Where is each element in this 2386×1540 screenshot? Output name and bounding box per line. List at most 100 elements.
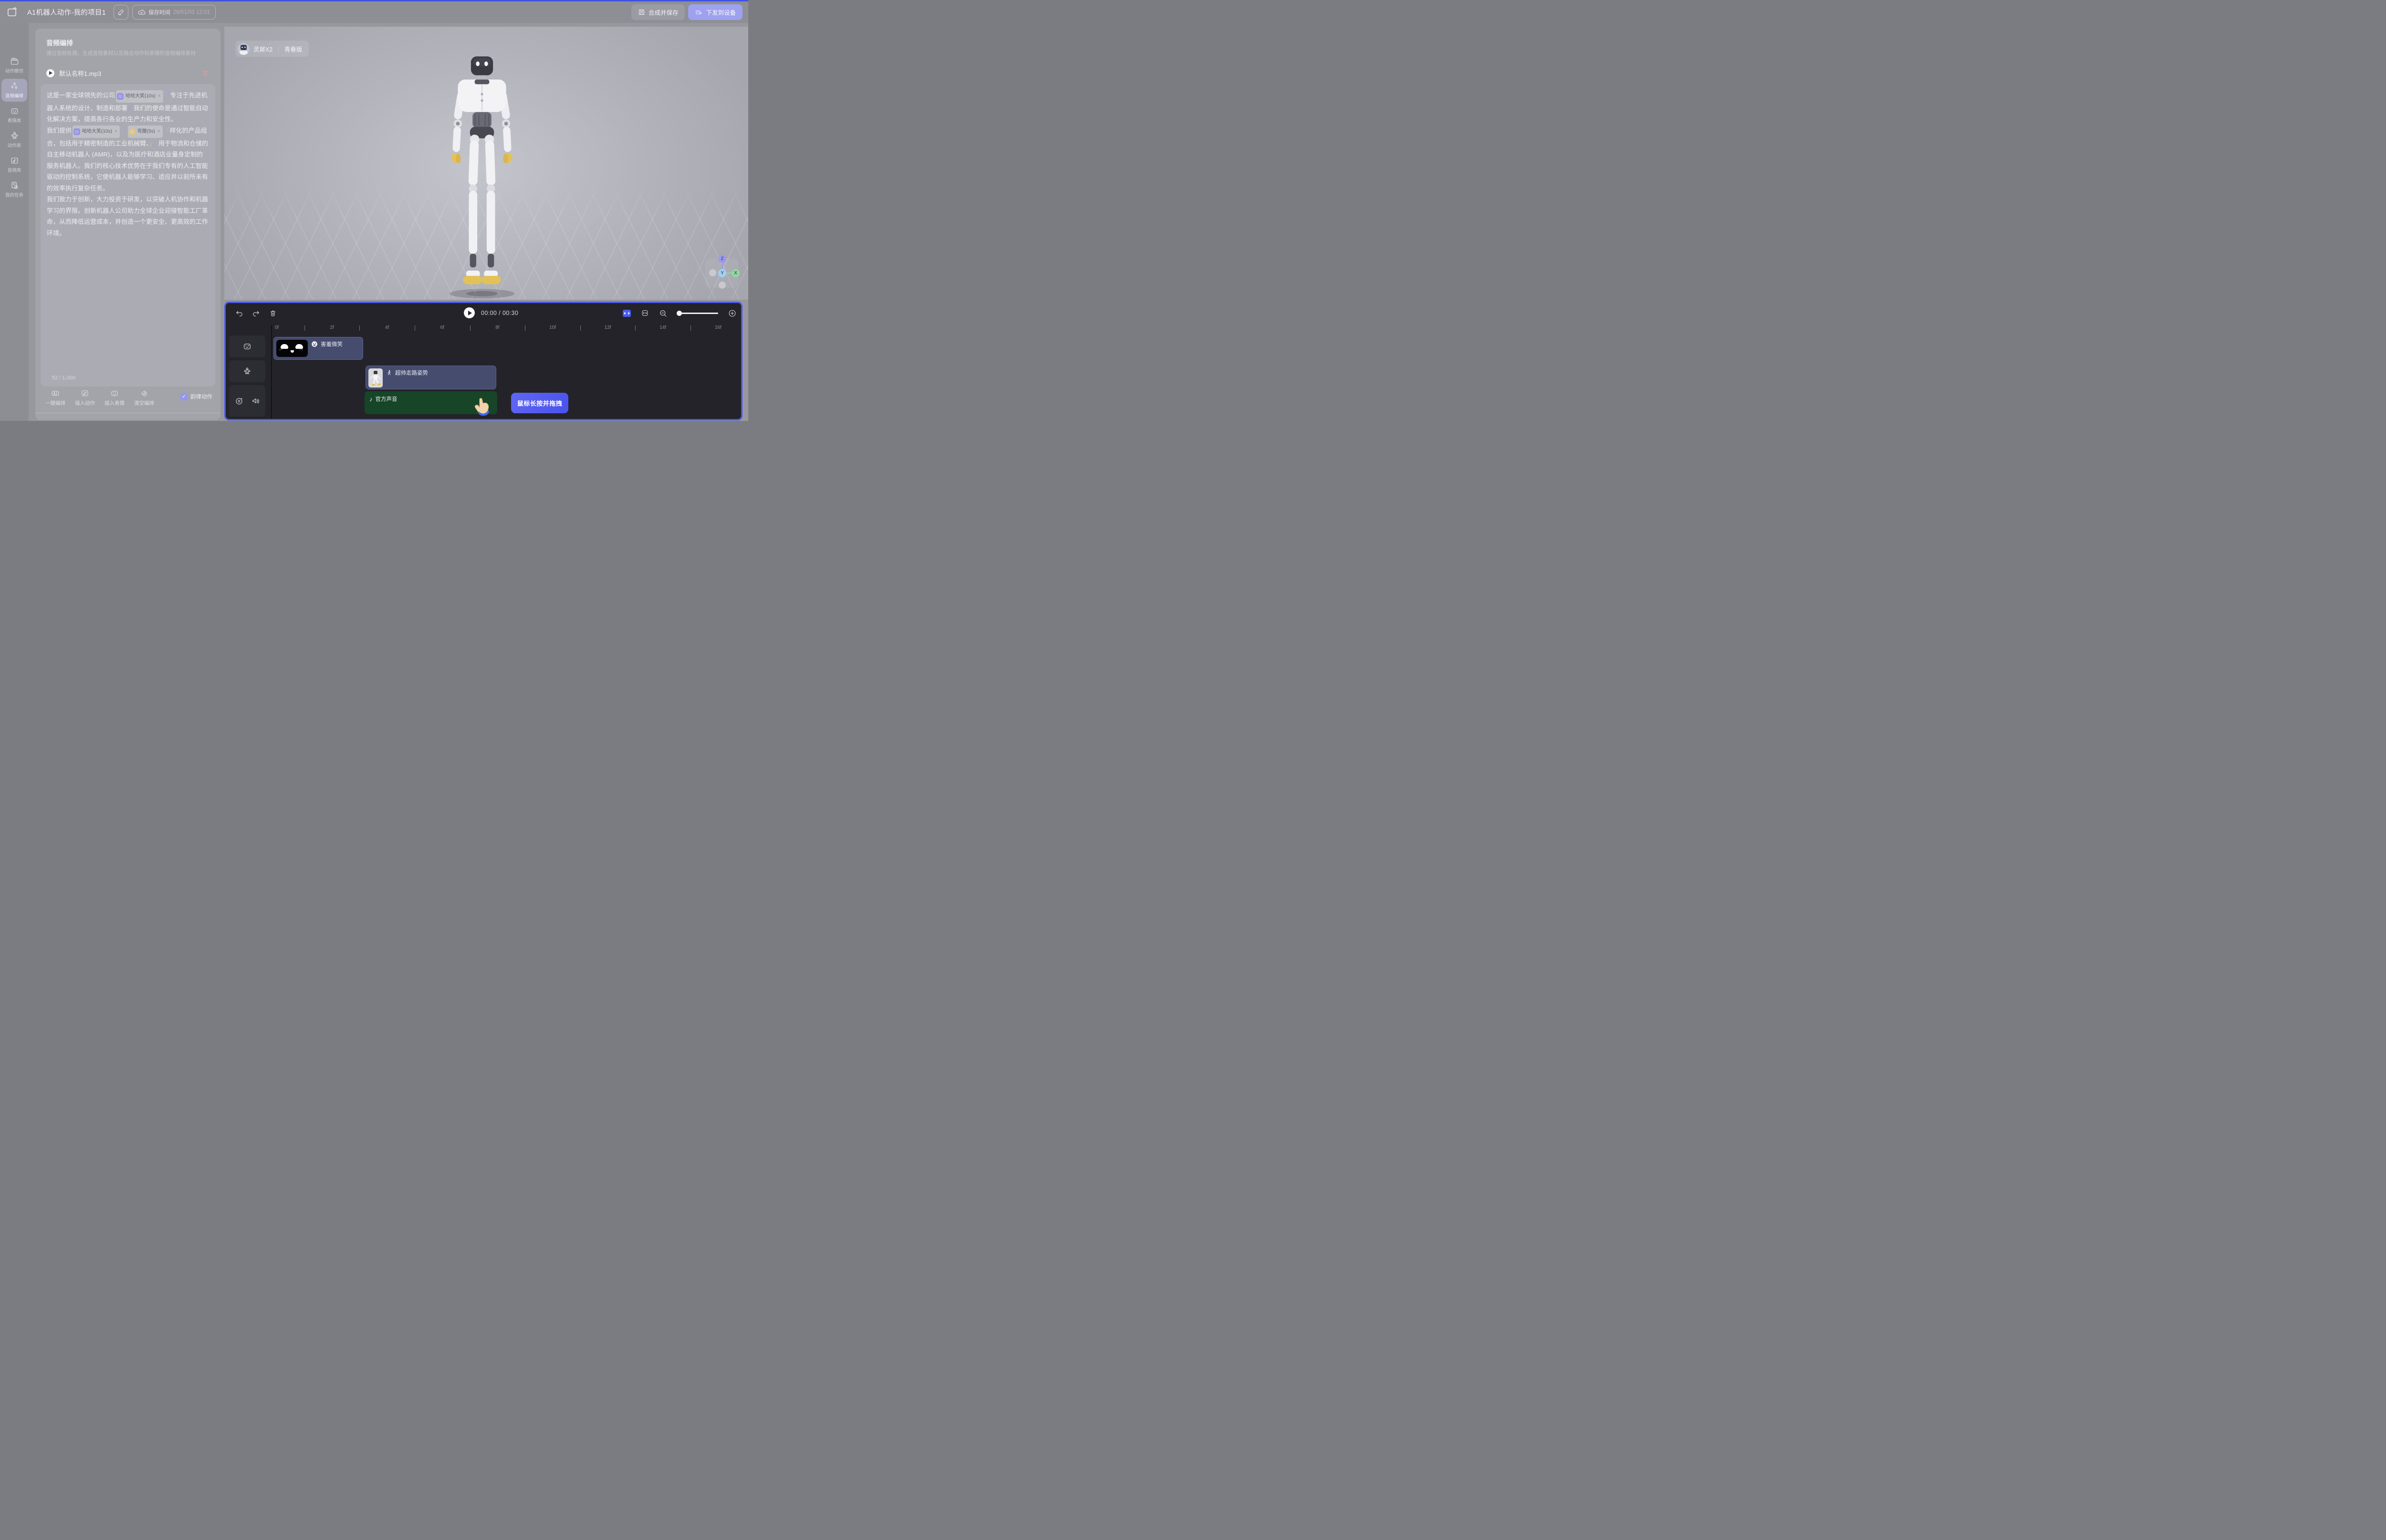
walking-person-icon: [386, 369, 392, 376]
editor-action-1[interactable]: 一键编排: [41, 389, 70, 407]
script-paragraph: 我们提供哈哈大笑(10s)×「弯腰(5s)×「样化的产品组合，包括用于精密制造的…: [47, 125, 209, 194]
timeline-panel: 00:00 / 00:30 0f2f4f6f: [224, 302, 743, 420]
synthesize-save-button[interactable]: 合成并保存: [631, 4, 685, 20]
audio-file-name: 默认名称1.mp3: [59, 69, 101, 78]
music-card-icon: [81, 389, 89, 398]
sidebar-item-label: 表情库: [8, 117, 21, 124]
script-text-segment: 用于物流和仓储的自主移动机器人 (AMR)，以及为医疗和酒店业量身定制的服务机器…: [47, 140, 208, 192]
sidebar-item-1[interactable]: 动作模仿: [1, 54, 27, 77]
gizmo-y-axis[interactable]: Y: [718, 269, 726, 277]
editor-action-label: 清空编排: [134, 399, 154, 407]
sidebar-item-6[interactable]: 我的任务: [1, 178, 27, 201]
sidebar-item-label: 音频库: [8, 167, 21, 173]
sidebar-item-label: 我的任务: [5, 191, 23, 198]
timeline-zoom-controls: [623, 303, 736, 323]
sidebar-item-label: 动作模仿: [5, 67, 23, 74]
sparkle-icon: [10, 82, 19, 91]
zoom-slider-thumb[interactable]: [677, 311, 682, 316]
gizmo-neg-z-axis[interactable]: [719, 282, 726, 289]
expression-thumbnail: '''''': [276, 340, 308, 357]
sidebar-item-2[interactable]: 音频编排: [1, 79, 27, 102]
ruler-label: 2f: [330, 325, 334, 330]
sidebar-item-label: 动作库: [8, 142, 21, 148]
sidebar: 动作模仿音频编排表情库动作库音频库我的任务: [0, 23, 29, 421]
deploy-to-device-label: 下发到设备: [706, 8, 736, 17]
action-clip[interactable]: 超帅走路姿势: [366, 366, 496, 389]
panel-title: 音频编排: [46, 38, 73, 48]
save-time-value: 26/01/03 12:01: [173, 10, 210, 15]
ruler-label: 16f: [715, 325, 722, 330]
gizmo-neg-x-axis[interactable]: [709, 269, 716, 276]
speaker-icon: [251, 397, 260, 405]
zoom-out-icon[interactable]: [659, 309, 667, 317]
expression-track-header[interactable]: [229, 335, 265, 357]
panel-footer: 剩余灵石 300 | 本次消耗灵石 0 立即生成: [35, 413, 220, 421]
zoom-in-icon[interactable]: [728, 309, 736, 317]
expression-tag[interactable]: 哈哈大笑(10s)×: [73, 126, 120, 138]
play-button[interactable]: [464, 307, 475, 318]
viewport-3d[interactable]: 灵犀X2 ｜ 青春版: [224, 27, 748, 300]
robot-face-icon: [74, 129, 79, 134]
robot-download-icon: [695, 9, 702, 16]
audio-play-button[interactable]: [46, 69, 54, 77]
gizmo-x-axis[interactable]: X: [732, 269, 740, 277]
robot-model: [429, 50, 534, 300]
tag-remove-icon[interactable]: ×: [157, 126, 160, 137]
ruler-minor-tick: [359, 325, 360, 331]
ruler-minor-tick: [635, 325, 636, 331]
gizmo-z-axis[interactable]: Z: [718, 255, 726, 263]
delete-audio-icon[interactable]: [202, 69, 209, 77]
model-chip: 灵犀X2 ｜ 青春版: [235, 41, 309, 57]
rhythm-motion-checkbox[interactable]: ✓ 韵律动作: [180, 393, 212, 400]
expression-clip[interactable]: '''''' 害羞微笑: [273, 337, 363, 360]
save-icon: [638, 9, 645, 16]
trash-icon[interactable]: [269, 309, 277, 317]
rhythm-motion-label: 韵律动作: [190, 393, 212, 400]
editor-action-4[interactable]: 清空编排: [129, 389, 159, 407]
timeline-controls: 00:00 / 00:30: [226, 303, 741, 323]
tag-label: 哈哈大笑(10s): [126, 91, 156, 102]
timeline-zoom-slider[interactable]: [677, 313, 718, 314]
app-logo-icon: [7, 7, 18, 18]
script-text-segment: 我们致力于创新，大力投资于研发，以突破人机协作和机器学习的界限。创新机器人公司助…: [47, 196, 208, 237]
audio-file-row: 默认名称1.mp3: [41, 65, 215, 81]
undo-icon[interactable]: [235, 309, 243, 317]
sidebar-item-4[interactable]: 动作库: [1, 128, 27, 151]
save-time-label: 保存时间: [148, 9, 170, 16]
playhead[interactable]: [271, 325, 272, 419]
editor-action-2[interactable]: 插入动作: [70, 389, 100, 407]
action-track-header[interactable]: [229, 360, 265, 382]
sidebar-item-3[interactable]: 表情库: [1, 104, 27, 126]
action-thumbnail: [368, 368, 383, 388]
person-icon: [130, 129, 135, 134]
rename-button[interactable]: [114, 5, 128, 20]
purple-bracket: 」: [127, 105, 134, 112]
auto-snap-toggle[interactable]: [623, 310, 631, 317]
expression-tag[interactable]: 哈哈大笑(10s)×: [116, 90, 163, 103]
tag-remove-icon[interactable]: ×: [158, 91, 161, 102]
ruler-minor-tick: [304, 325, 305, 331]
script-editor[interactable]: 这是一家全球领先的公司哈哈大笑(10s)×「专注于先进机器人系统的设计、制造和部…: [41, 84, 215, 387]
model-avatar: [238, 43, 250, 55]
timeline-ruler[interactable]: 0f2f4f6f8f10f12f14f16f: [226, 324, 741, 334]
action-tag[interactable]: 弯腰(5s)×: [128, 126, 163, 138]
sidebar-item-label: 音频编排: [5, 92, 23, 99]
tag-remove-icon[interactable]: ×: [115, 126, 117, 137]
deploy-to-device-button[interactable]: 下发到设备: [688, 4, 743, 20]
editor-action-3[interactable]: 插入表情: [100, 389, 129, 407]
disc-icon: [235, 397, 243, 405]
save-status: 保存时间 26/01/03 12:01: [132, 5, 216, 20]
editor-action-label: 插入动作: [75, 399, 95, 407]
model-name: 灵犀X2: [253, 44, 272, 53]
fit-timeline-icon[interactable]: [641, 309, 649, 317]
sidebar-item-5[interactable]: 音频库: [1, 153, 27, 176]
ruler-label: 14f: [659, 325, 666, 330]
purple-bracket: 「: [121, 127, 127, 134]
ruler-label: 0f: [275, 325, 279, 330]
synthesize-save-label: 合成并保存: [649, 8, 679, 17]
audio-track-header[interactable]: [229, 385, 265, 417]
editor-action-label: 插入表情: [105, 399, 125, 407]
music-box-icon: [10, 156, 19, 165]
redo-icon[interactable]: [252, 309, 260, 317]
ruler-label: 12f: [605, 325, 611, 330]
